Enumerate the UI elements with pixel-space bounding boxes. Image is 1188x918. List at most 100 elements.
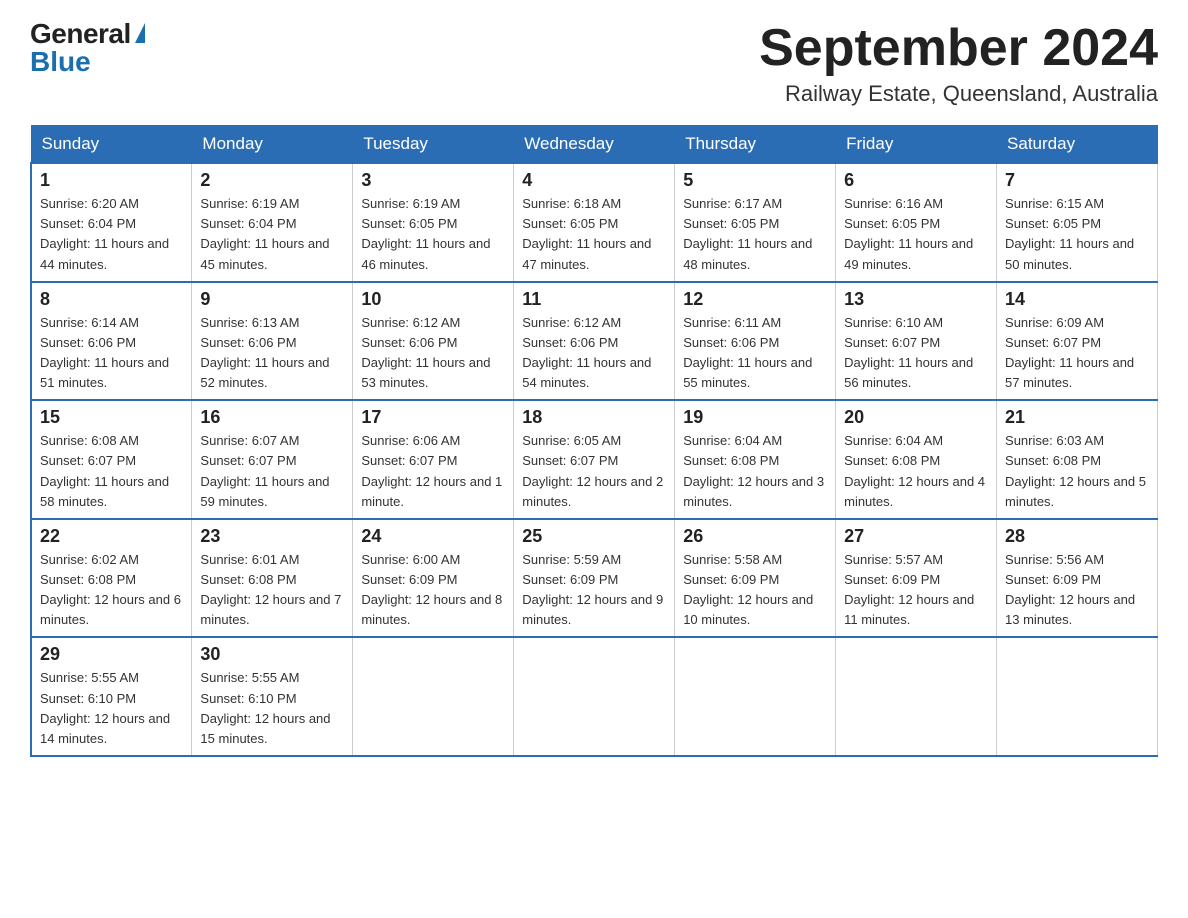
calendar-cell: 26 Sunrise: 5:58 AMSunset: 6:09 PMDaylig… <box>675 519 836 638</box>
weekday-header-row: SundayMondayTuesdayWednesdayThursdayFrid… <box>31 126 1158 164</box>
calendar-cell: 5 Sunrise: 6:17 AMSunset: 6:05 PMDayligh… <box>675 163 836 282</box>
calendar-cell: 13 Sunrise: 6:10 AMSunset: 6:07 PMDaylig… <box>836 282 997 401</box>
calendar-table: SundayMondayTuesdayWednesdayThursdayFrid… <box>30 125 1158 757</box>
day-info: Sunrise: 6:04 AMSunset: 6:08 PMDaylight:… <box>683 433 824 508</box>
day-info: Sunrise: 6:16 AMSunset: 6:05 PMDaylight:… <box>844 196 973 271</box>
day-info: Sunrise: 6:20 AMSunset: 6:04 PMDaylight:… <box>40 196 169 271</box>
day-info: Sunrise: 6:10 AMSunset: 6:07 PMDaylight:… <box>844 315 973 390</box>
day-number: 3 <box>361 170 505 191</box>
calendar-cell: 27 Sunrise: 5:57 AMSunset: 6:09 PMDaylig… <box>836 519 997 638</box>
location-title: Railway Estate, Queensland, Australia <box>759 81 1158 107</box>
day-info: Sunrise: 6:07 AMSunset: 6:07 PMDaylight:… <box>200 433 329 508</box>
day-info: Sunrise: 6:18 AMSunset: 6:05 PMDaylight:… <box>522 196 651 271</box>
day-info: Sunrise: 6:00 AMSunset: 6:09 PMDaylight:… <box>361 552 502 627</box>
day-number: 26 <box>683 526 827 547</box>
day-info: Sunrise: 6:05 AMSunset: 6:07 PMDaylight:… <box>522 433 663 508</box>
day-info: Sunrise: 6:03 AMSunset: 6:08 PMDaylight:… <box>1005 433 1146 508</box>
day-number: 11 <box>522 289 666 310</box>
day-number: 4 <box>522 170 666 191</box>
calendar-cell: 7 Sunrise: 6:15 AMSunset: 6:05 PMDayligh… <box>997 163 1158 282</box>
day-info: Sunrise: 6:04 AMSunset: 6:08 PMDaylight:… <box>844 433 985 508</box>
day-number: 10 <box>361 289 505 310</box>
day-number: 8 <box>40 289 183 310</box>
day-number: 15 <box>40 407 183 428</box>
calendar-cell: 10 Sunrise: 6:12 AMSunset: 6:06 PMDaylig… <box>353 282 514 401</box>
calendar-cell: 14 Sunrise: 6:09 AMSunset: 6:07 PMDaylig… <box>997 282 1158 401</box>
calendar-cell: 16 Sunrise: 6:07 AMSunset: 6:07 PMDaylig… <box>192 400 353 519</box>
calendar-cell: 17 Sunrise: 6:06 AMSunset: 6:07 PMDaylig… <box>353 400 514 519</box>
day-info: Sunrise: 6:12 AMSunset: 6:06 PMDaylight:… <box>361 315 490 390</box>
day-number: 9 <box>200 289 344 310</box>
day-number: 30 <box>200 644 344 665</box>
day-number: 27 <box>844 526 988 547</box>
day-info: Sunrise: 6:09 AMSunset: 6:07 PMDaylight:… <box>1005 315 1134 390</box>
calendar-cell: 11 Sunrise: 6:12 AMSunset: 6:06 PMDaylig… <box>514 282 675 401</box>
day-number: 21 <box>1005 407 1149 428</box>
calendar-cell: 18 Sunrise: 6:05 AMSunset: 6:07 PMDaylig… <box>514 400 675 519</box>
calendar-body: 1 Sunrise: 6:20 AMSunset: 6:04 PMDayligh… <box>31 163 1158 756</box>
day-info: Sunrise: 6:14 AMSunset: 6:06 PMDaylight:… <box>40 315 169 390</box>
day-number: 14 <box>1005 289 1149 310</box>
day-number: 23 <box>200 526 344 547</box>
day-info: Sunrise: 6:19 AMSunset: 6:05 PMDaylight:… <box>361 196 490 271</box>
day-info: Sunrise: 6:13 AMSunset: 6:06 PMDaylight:… <box>200 315 329 390</box>
calendar-header: SundayMondayTuesdayWednesdayThursdayFrid… <box>31 126 1158 164</box>
weekday-header-tuesday: Tuesday <box>353 126 514 164</box>
day-number: 28 <box>1005 526 1149 547</box>
day-number: 7 <box>1005 170 1149 191</box>
day-info: Sunrise: 6:08 AMSunset: 6:07 PMDaylight:… <box>40 433 169 508</box>
day-info: Sunrise: 5:55 AMSunset: 6:10 PMDaylight:… <box>40 670 170 745</box>
day-info: Sunrise: 6:17 AMSunset: 6:05 PMDaylight:… <box>683 196 812 271</box>
day-info: Sunrise: 6:01 AMSunset: 6:08 PMDaylight:… <box>200 552 341 627</box>
calendar-cell: 21 Sunrise: 6:03 AMSunset: 6:08 PMDaylig… <box>997 400 1158 519</box>
calendar-cell: 8 Sunrise: 6:14 AMSunset: 6:06 PMDayligh… <box>31 282 192 401</box>
calendar-cell <box>514 637 675 756</box>
calendar-cell: 23 Sunrise: 6:01 AMSunset: 6:08 PMDaylig… <box>192 519 353 638</box>
day-number: 17 <box>361 407 505 428</box>
calendar-cell: 15 Sunrise: 6:08 AMSunset: 6:07 PMDaylig… <box>31 400 192 519</box>
day-info: Sunrise: 5:55 AMSunset: 6:10 PMDaylight:… <box>200 670 330 745</box>
calendar-cell: 19 Sunrise: 6:04 AMSunset: 6:08 PMDaylig… <box>675 400 836 519</box>
calendar-cell: 24 Sunrise: 6:00 AMSunset: 6:09 PMDaylig… <box>353 519 514 638</box>
day-number: 18 <box>522 407 666 428</box>
day-number: 16 <box>200 407 344 428</box>
day-number: 20 <box>844 407 988 428</box>
day-info: Sunrise: 6:19 AMSunset: 6:04 PMDaylight:… <box>200 196 329 271</box>
day-info: Sunrise: 6:15 AMSunset: 6:05 PMDaylight:… <box>1005 196 1134 271</box>
weekday-header-thursday: Thursday <box>675 126 836 164</box>
calendar-cell: 25 Sunrise: 5:59 AMSunset: 6:09 PMDaylig… <box>514 519 675 638</box>
logo-general-text: General <box>30 20 131 48</box>
day-number: 25 <box>522 526 666 547</box>
calendar-cell: 28 Sunrise: 5:56 AMSunset: 6:09 PMDaylig… <box>997 519 1158 638</box>
weekday-header-sunday: Sunday <box>31 126 192 164</box>
day-number: 6 <box>844 170 988 191</box>
calendar-week-row: 8 Sunrise: 6:14 AMSunset: 6:06 PMDayligh… <box>31 282 1158 401</box>
logo: General Blue <box>30 20 145 76</box>
day-info: Sunrise: 5:56 AMSunset: 6:09 PMDaylight:… <box>1005 552 1135 627</box>
calendar-week-row: 15 Sunrise: 6:08 AMSunset: 6:07 PMDaylig… <box>31 400 1158 519</box>
day-number: 24 <box>361 526 505 547</box>
day-info: Sunrise: 5:58 AMSunset: 6:09 PMDaylight:… <box>683 552 813 627</box>
calendar-cell: 1 Sunrise: 6:20 AMSunset: 6:04 PMDayligh… <box>31 163 192 282</box>
calendar-cell <box>836 637 997 756</box>
day-info: Sunrise: 6:02 AMSunset: 6:08 PMDaylight:… <box>40 552 181 627</box>
logo-blue-text: Blue <box>30 48 91 76</box>
calendar-cell: 20 Sunrise: 6:04 AMSunset: 6:08 PMDaylig… <box>836 400 997 519</box>
calendar-cell: 2 Sunrise: 6:19 AMSunset: 6:04 PMDayligh… <box>192 163 353 282</box>
day-info: Sunrise: 6:11 AMSunset: 6:06 PMDaylight:… <box>683 315 812 390</box>
calendar-cell <box>353 637 514 756</box>
day-number: 19 <box>683 407 827 428</box>
calendar-cell: 3 Sunrise: 6:19 AMSunset: 6:05 PMDayligh… <box>353 163 514 282</box>
calendar-week-row: 29 Sunrise: 5:55 AMSunset: 6:10 PMDaylig… <box>31 637 1158 756</box>
day-info: Sunrise: 6:12 AMSunset: 6:06 PMDaylight:… <box>522 315 651 390</box>
calendar-cell: 29 Sunrise: 5:55 AMSunset: 6:10 PMDaylig… <box>31 637 192 756</box>
calendar-cell: 6 Sunrise: 6:16 AMSunset: 6:05 PMDayligh… <box>836 163 997 282</box>
day-number: 12 <box>683 289 827 310</box>
calendar-week-row: 1 Sunrise: 6:20 AMSunset: 6:04 PMDayligh… <box>31 163 1158 282</box>
day-info: Sunrise: 5:59 AMSunset: 6:09 PMDaylight:… <box>522 552 663 627</box>
weekday-header-monday: Monday <box>192 126 353 164</box>
calendar-week-row: 22 Sunrise: 6:02 AMSunset: 6:08 PMDaylig… <box>31 519 1158 638</box>
calendar-cell: 4 Sunrise: 6:18 AMSunset: 6:05 PMDayligh… <box>514 163 675 282</box>
header: General Blue September 2024 Railway Esta… <box>30 20 1158 107</box>
weekday-header-wednesday: Wednesday <box>514 126 675 164</box>
